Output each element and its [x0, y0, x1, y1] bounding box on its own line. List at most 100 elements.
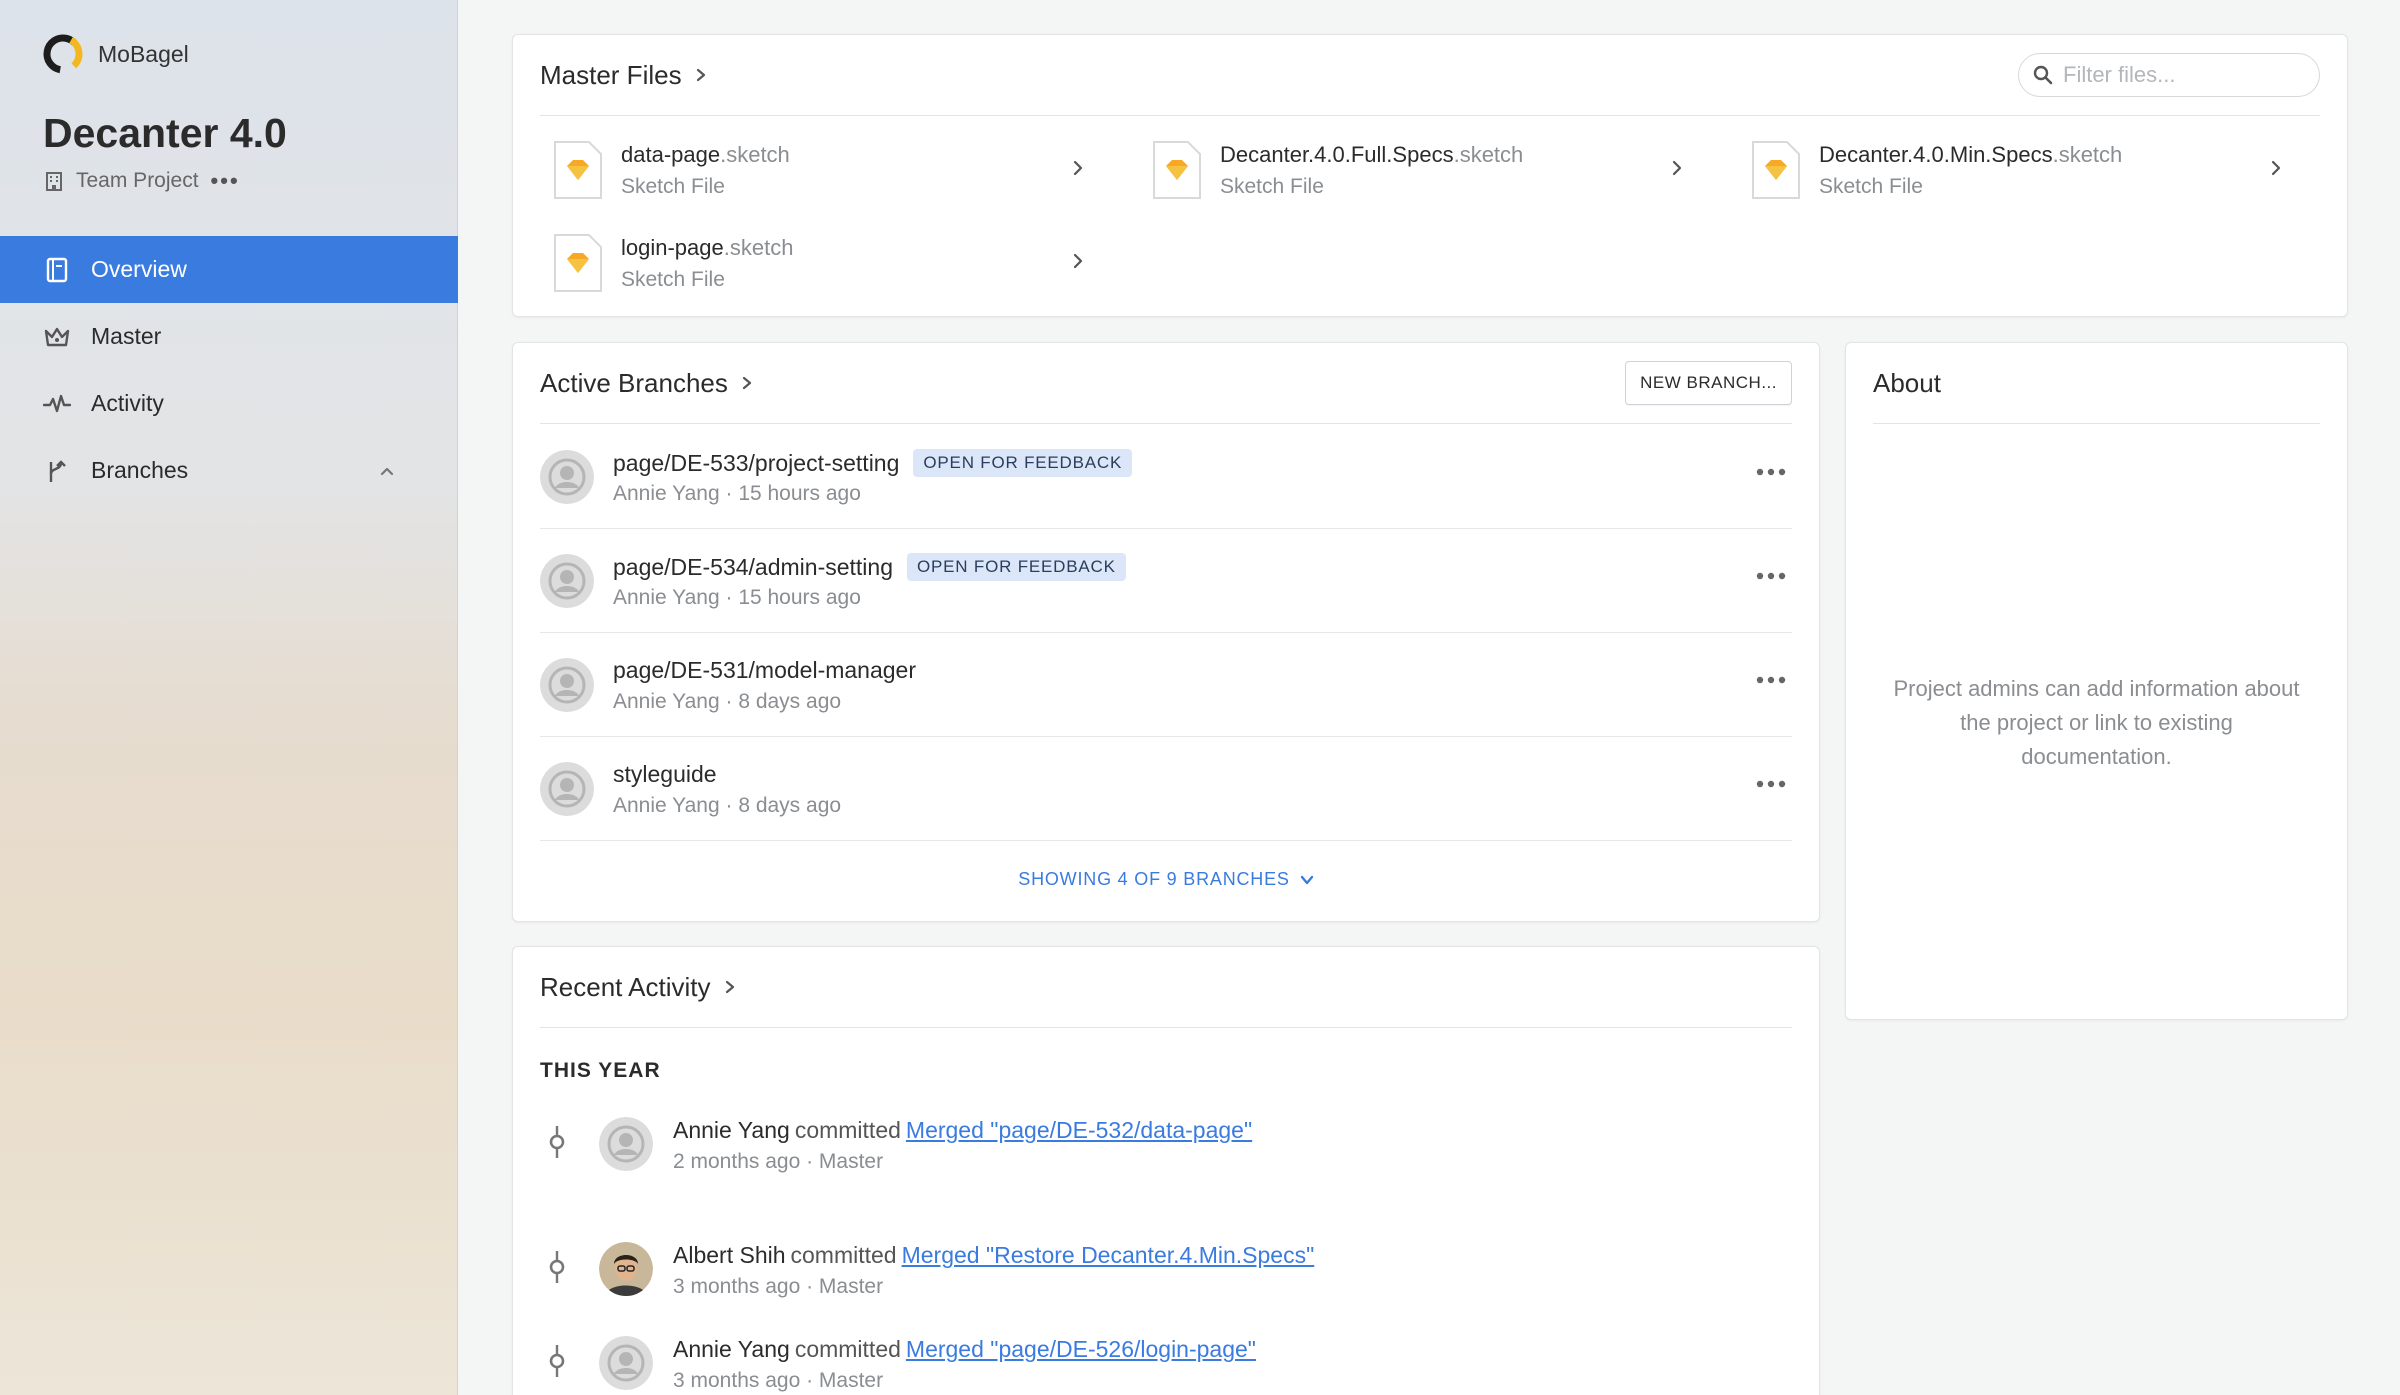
file-type: Sketch File [621, 174, 725, 198]
branch-name[interactable]: page/DE-531/model-manager [613, 657, 916, 684]
sidebar-nav: Overview Master Activity Branches [0, 236, 458, 504]
user-photo-avatar [599, 1242, 653, 1296]
sketch-file-icon [554, 234, 602, 292]
sidebar-item-label: Master [91, 323, 162, 349]
activity-verb: committed [790, 1242, 897, 1268]
branch-row[interactable]: page/DE-534/admin-setting OPEN FOR FEEDBA… [540, 529, 1792, 633]
recent-activity-card: Recent Activity THIS YEAR Annie Yang comm… [512, 946, 1820, 1395]
file-name: Decanter.4.0.Full.Specs.sketch [1220, 141, 1524, 167]
chevron-right-icon[interactable] [723, 980, 737, 994]
new-branch-button[interactable]: NEW BRANCH... [1625, 361, 1792, 405]
branch-meta: Annie Yang · 8 days ago [613, 794, 842, 817]
default-avatar-icon [540, 762, 594, 816]
file-name: login-page.sketch [621, 234, 794, 260]
section-heading: THIS YEAR [540, 1059, 661, 1082]
sidebar-item-label: Branches [91, 457, 189, 483]
chevron-right-icon [2271, 160, 2281, 176]
sketch-file-icon [1153, 141, 1201, 199]
building-icon [46, 172, 62, 191]
default-avatar-icon [540, 658, 594, 712]
activity-meta: 3 months ago · Master [673, 1275, 884, 1298]
chevron-right-icon[interactable] [694, 68, 708, 82]
project-type-label: Team Project [76, 169, 199, 192]
about-header: About [1873, 343, 2320, 424]
branch-meta: Annie Yang · 15 hours ago [613, 586, 861, 609]
file-item-data-page[interactable]: data-page.sketch Sketch File [553, 130, 1098, 210]
activity-item: Annie Yang committed Merged "page/DE-532/d… [540, 1112, 1740, 1182]
branch-row[interactable]: page/DE-533/project-setting OPEN FOR FEED… [540, 425, 1792, 529]
more-options-icon[interactable] [1756, 571, 1786, 581]
activity-verb: committed [794, 1336, 901, 1362]
branch-name[interactable]: page/DE-533/project-setting [613, 450, 899, 477]
chevron-up-icon[interactable] [378, 462, 396, 480]
chevron-down-icon [1300, 875, 1313, 884]
chevron-right-icon [1073, 253, 1083, 269]
notebook-icon [46, 257, 68, 282]
chevron-right-icon[interactable] [740, 376, 754, 390]
sidebar-item-branches[interactable]: Branches [0, 437, 458, 504]
filter-files-field[interactable] [2018, 53, 2320, 97]
file-item-full-specs[interactable]: Decanter.4.0.Full.Specs.sketch Sketch Fi… [1152, 130, 1697, 210]
pulse-icon [43, 394, 71, 412]
branch-icon [49, 459, 66, 482]
activity-item: Albert Shih committed Merged "Restore Deca… [540, 1237, 1740, 1307]
more-options-icon[interactable] [1756, 675, 1786, 685]
master-files-title[interactable]: Master Files [540, 60, 682, 91]
org-switcher[interactable]: MoBagel [42, 33, 189, 75]
status-badge: OPEN FOR FEEDBACK [907, 553, 1126, 581]
branch-name[interactable]: page/DE-534/admin-setting [613, 554, 893, 581]
branch-row[interactable]: styleguide Annie Yang · 8 days ago [540, 737, 1792, 841]
sidebar-item-label: Overview [91, 256, 187, 282]
file-item-min-specs[interactable]: Decanter.4.0.Min.Specs.sketch Sketch Fil… [1751, 130, 2296, 210]
project-title: Decanter 4.0 [43, 110, 287, 156]
project-more-button[interactable]: ••• [211, 168, 240, 194]
chevron-right-icon [1073, 160, 1083, 176]
file-item-login-page[interactable]: login-page.sketch Sketch File [553, 223, 1098, 303]
show-more-branches-button[interactable]: SHOWING 4 OF 9 BRANCHES [513, 869, 1819, 890]
master-files-header: Master Files [540, 35, 2320, 116]
chevron-right-icon [1672, 160, 1682, 176]
commit-icon [549, 1345, 565, 1377]
sketch-file-icon [1752, 141, 1800, 199]
branch-row[interactable]: page/DE-531/model-manager Annie Yang · 8… [540, 633, 1792, 737]
activity-user[interactable]: Annie Yang [673, 1336, 790, 1362]
file-type: Sketch File [1220, 174, 1324, 198]
activity-user[interactable]: Annie Yang [673, 1117, 790, 1143]
commit-icon [549, 1251, 565, 1283]
about-card: About Project admins can add information… [1845, 342, 2348, 1020]
master-files-card: Master Files data-page.sketch Sketch Fil… [512, 34, 2348, 317]
activity-commit-link[interactable]: Merged "Restore Decanter.4.Min.Specs" [902, 1242, 1315, 1268]
file-name: data-page.sketch [621, 141, 790, 167]
sidebar-item-label: Activity [91, 390, 164, 416]
about-title: About [1873, 367, 1941, 398]
sidebar-item-activity[interactable]: Activity [0, 370, 458, 437]
branch-meta: Annie Yang · 8 days ago [613, 690, 842, 713]
search-icon [2033, 65, 2053, 85]
filter-files-input[interactable] [2063, 62, 2303, 88]
commit-icon [549, 1126, 565, 1158]
activity-meta: 3 months ago · Master [673, 1369, 884, 1392]
active-branches-header: Active Branches NEW BRANCH... [540, 343, 1792, 424]
branch-name[interactable]: styleguide [613, 761, 717, 788]
activity-verb: committed [794, 1117, 901, 1143]
active-branches-title[interactable]: Active Branches [540, 368, 728, 399]
default-avatar-icon [540, 450, 594, 504]
status-badge: OPEN FOR FEEDBACK [913, 449, 1133, 477]
org-name: MoBagel [98, 40, 189, 67]
sidebar: MoBagel Decanter 4.0 Team Project ••• Ov… [0, 0, 458, 1395]
activity-item: Annie Yang committed Merged "page/DE-526/l… [540, 1331, 1740, 1395]
more-options-icon[interactable] [1756, 779, 1786, 789]
activity-user[interactable]: Albert Shih [673, 1242, 786, 1268]
default-avatar-icon [540, 554, 594, 608]
more-options-icon[interactable] [1756, 467, 1786, 477]
activity-commit-link[interactable]: Merged "page/DE-532/data-page" [906, 1117, 1252, 1143]
recent-activity-header: Recent Activity [540, 947, 1792, 1028]
activity-commit-link[interactable]: Merged "page/DE-526/login-page" [906, 1336, 1256, 1362]
active-branches-card: Active Branches NEW BRANCH... page/DE-53… [512, 342, 1820, 922]
sidebar-item-master[interactable]: Master [0, 303, 458, 370]
branch-meta: Annie Yang · 15 hours ago [613, 482, 861, 505]
recent-activity-title[interactable]: Recent Activity [540, 972, 711, 1003]
sidebar-item-overview[interactable]: Overview [0, 236, 458, 303]
file-name: Decanter.4.0.Min.Specs.sketch [1819, 141, 2123, 167]
project-type-row: Team Project ••• [44, 168, 240, 194]
